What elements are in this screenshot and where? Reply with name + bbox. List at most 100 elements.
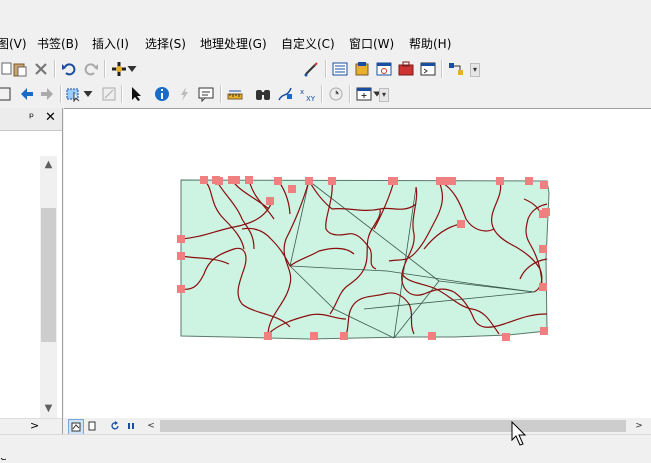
road-node-marker <box>266 197 274 205</box>
road-node-marker <box>264 332 272 340</box>
road-node-marker <box>245 176 253 184</box>
road-node-marker <box>540 181 548 189</box>
menu-customize[interactable]: 自定义(C) <box>281 35 335 52</box>
goto-xy-icon[interactable]: x XY <box>297 84 317 104</box>
tools-toolbar: x XY ▾ <box>0 82 651 106</box>
hyperlink-icon[interactable] <box>174 84 194 104</box>
menu-help[interactable]: 帮助(H) <box>409 35 451 52</box>
road-node-marker <box>525 177 533 185</box>
time-slider-icon[interactable] <box>326 84 346 104</box>
status-bar <box>0 434 651 458</box>
delete-icon[interactable] <box>31 59 51 79</box>
map-display[interactable] <box>64 108 651 419</box>
road-node-marker <box>539 245 547 253</box>
study-area-polygon <box>180 179 550 340</box>
menu-insert[interactable]: 插入(I) <box>92 35 129 52</box>
redo-icon[interactable] <box>81 59 101 79</box>
road-node-marker <box>448 177 456 185</box>
menu-selection[interactable]: 选择(S) <box>145 35 186 52</box>
road-node-marker <box>177 252 185 260</box>
toolbar-separator <box>54 60 56 78</box>
scroll-up-icon[interactable]: ▲ <box>40 156 57 173</box>
undo-icon[interactable] <box>59 59 79 79</box>
mouse-cursor-icon <box>511 421 527 446</box>
data-view-icon[interactable] <box>68 419 84 435</box>
search-window-icon[interactable] <box>374 59 394 79</box>
toolbar-separator <box>220 85 222 103</box>
road-node-marker <box>428 332 436 340</box>
menu-bookmarks[interactable]: 书签(B) <box>37 35 79 52</box>
scroll-down-icon[interactable]: ▼ <box>40 400 57 417</box>
clear-selection-icon[interactable] <box>99 84 119 104</box>
select-features-icon[interactable] <box>64 84 84 104</box>
toc-icon[interactable] <box>330 59 350 79</box>
layout-view-icon[interactable] <box>85 419 99 433</box>
toc-header: ᵖ ✕ <box>0 108 62 131</box>
toolbar-separator <box>325 60 327 78</box>
road-node-marker <box>496 177 504 185</box>
full-extent-icon[interactable] <box>0 84 14 104</box>
toolbar-separator <box>60 85 62 103</box>
find-route-icon[interactable] <box>275 84 295 104</box>
road-node-marker <box>340 332 348 340</box>
scroll-thumb[interactable] <box>41 208 56 342</box>
road-node-marker <box>274 177 282 185</box>
road-node-marker <box>328 177 336 185</box>
toolbar-overflow-button-2[interactable]: ▾ <box>379 88 389 102</box>
html-popup-icon[interactable] <box>196 84 216 104</box>
paste-icon[interactable] <box>10 59 30 79</box>
pause-drawing-icon[interactable] <box>124 419 138 433</box>
identify-icon[interactable] <box>152 84 172 104</box>
close-icon[interactable]: ✕ <box>45 110 56 125</box>
pin-icon[interactable]: ᵖ <box>29 110 34 124</box>
viewer-icon[interactable] <box>354 84 374 104</box>
menu-windows[interactable]: 窗口(W) <box>349 35 394 52</box>
arrow-left-icon[interactable] <box>17 84 37 104</box>
road-node-marker <box>539 283 547 291</box>
toolbar-separator <box>121 85 123 103</box>
road-node-marker <box>177 235 185 243</box>
horizontal-scroll-thumb[interactable] <box>160 420 626 432</box>
scroll-right-icon[interactable]: > <box>632 419 646 433</box>
road-node-marker <box>540 327 548 335</box>
road-node-marker <box>305 177 313 185</box>
toolbar-separator <box>321 85 323 103</box>
editor-icon[interactable] <box>301 59 321 79</box>
add-data-dropdown-icon[interactable] <box>126 59 138 79</box>
find-icon[interactable] <box>253 84 273 104</box>
menu-geoprocessing[interactable]: 地理处理(G) <box>200 35 267 52</box>
map-bottom-bar: < > <box>64 418 651 435</box>
map-canvas[interactable] <box>64 109 651 419</box>
study-area-boundary <box>180 179 550 340</box>
toc-horizontal-scrollbar[interactable]: > <box>0 418 62 435</box>
catalog-icon[interactable] <box>352 59 372 79</box>
road-node-marker <box>310 332 318 340</box>
measure-icon[interactable] <box>225 84 245 104</box>
select-dropdown-icon[interactable] <box>82 84 94 104</box>
select-elements-icon[interactable] <box>126 84 146 104</box>
refresh-icon[interactable] <box>108 419 122 433</box>
road-node-marker <box>539 210 547 218</box>
menu-bar: 图(V) 书签(B) 插入(I) 选择(S) 地理处理(G) 自定义(C) 窗口… <box>0 30 651 54</box>
road-node-marker <box>177 285 185 293</box>
arctoolbox-icon[interactable] <box>396 59 416 79</box>
modelbuilder-icon[interactable] <box>446 59 466 79</box>
road-node-marker <box>502 333 510 341</box>
road-node-marker <box>457 220 465 228</box>
toolbar-separator <box>349 85 351 103</box>
toolbar-separator <box>441 60 443 78</box>
road-node-marker <box>215 177 223 185</box>
scroll-right-icon[interactable]: > <box>30 419 39 432</box>
menu-view[interactable]: 图(V) <box>0 35 27 52</box>
road-node-marker <box>200 176 208 184</box>
toolbar-overflow-button[interactable]: ▾ <box>470 63 480 77</box>
svg-text:x: x <box>300 88 304 96</box>
python-window-icon[interactable] <box>418 59 438 79</box>
standard-toolbar: ▾ <box>0 57 651 135</box>
toc-vertical-scrollbar[interactable]: ▲ ▼ <box>40 156 57 418</box>
scroll-left-icon[interactable]: < <box>144 419 158 433</box>
svg-text:XY: XY <box>306 95 315 102</box>
arrow-right-icon[interactable] <box>37 84 57 104</box>
road-node-marker <box>232 176 240 184</box>
road-node-marker <box>390 177 398 185</box>
